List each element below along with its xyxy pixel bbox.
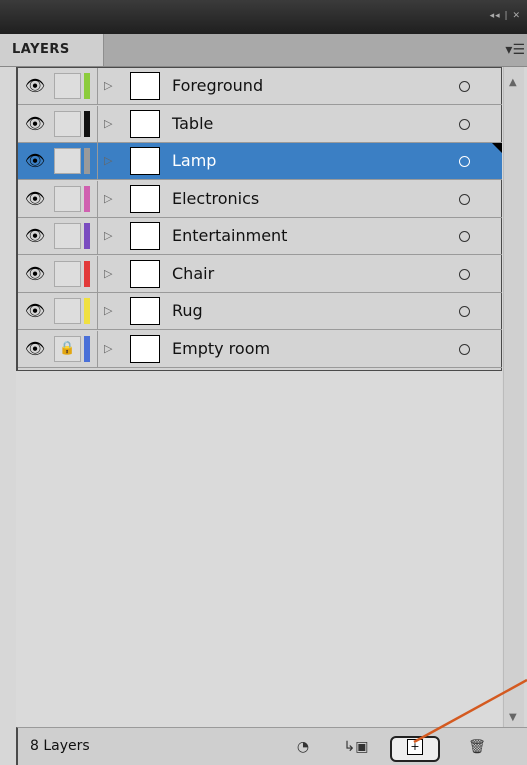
electronics-thumb-icon: [130, 184, 160, 213]
lamp-thumb-icon: [130, 147, 160, 175]
layers-scrollbar[interactable]: ▲ ▼: [503, 67, 524, 727]
visibility-eye-icon[interactable]: 👁: [22, 73, 48, 99]
column-divider: [97, 143, 98, 179]
expand-triangle-icon[interactable]: ▷: [104, 73, 118, 99]
column-divider: [97, 255, 98, 292]
target-circle-icon[interactable]: [459, 306, 470, 317]
layer-color-swatch: [84, 148, 90, 174]
target-circle-icon[interactable]: [459, 81, 470, 92]
layer-row[interactable]: 👁 ▷ Table: [18, 105, 502, 143]
target-circle-icon[interactable]: [459, 156, 470, 167]
target-circle-icon[interactable]: [459, 343, 470, 355]
layers-list: 👁 ▷ Foreground 👁 ▷ Table 👁 ▷ Lamp 👁 ▷ Electronics 👁 ▷…: [16, 67, 502, 371]
layer-name[interactable]: Entertainment: [172, 223, 442, 249]
expand-triangle-icon[interactable]: ▷: [104, 261, 118, 287]
layer-color-swatch: [84, 335, 90, 362]
target-circle-icon[interactable]: [459, 193, 470, 205]
layer-color-swatch: [84, 185, 90, 212]
layer-row[interactable]: 👁 ▷ Foreground: [18, 68, 502, 105]
lock-toggle[interactable]: [54, 260, 81, 287]
layer-row[interactable]: 👁 ▷ Entertainment: [18, 218, 502, 255]
cursor-plus-icon: +: [407, 739, 423, 755]
layer-row[interactable]: 👁 ▷ Rug: [18, 293, 502, 330]
layer-color-swatch: [84, 73, 90, 99]
column-divider: [97, 218, 98, 254]
layer-name[interactable]: Empty room: [172, 336, 442, 362]
expand-triangle-icon[interactable]: ▷: [104, 336, 118, 362]
layer-color-swatch: [84, 223, 90, 249]
panel-window-controls[interactable]: ◂◂ | ✕: [490, 11, 521, 21]
visibility-eye-icon[interactable]: 👁: [22, 148, 48, 174]
selected-art-indicator: [492, 143, 502, 153]
layers-footer: 8 Layers ◔ ↳▣ ▭ 🗑: [16, 727, 527, 765]
layer-row[interactable]: 👁 ▷ Chair: [18, 255, 502, 293]
layer-row[interactable]: 👁 ▷ Lamp: [18, 143, 502, 180]
expand-triangle-icon[interactable]: ▷: [104, 298, 118, 324]
layer-row[interactable]: 👁 ▷ Electronics: [18, 180, 502, 218]
target-circle-icon[interactable]: [459, 268, 470, 280]
layer-color-swatch: [84, 260, 90, 287]
expand-triangle-icon[interactable]: ▷: [104, 111, 118, 137]
visibility-eye-icon[interactable]: 👁: [22, 223, 48, 249]
layer-name[interactable]: Chair: [172, 261, 442, 287]
target-circle-icon[interactable]: [459, 118, 470, 130]
column-divider: [97, 105, 98, 142]
layer-row[interactable]: 👁 🔒 ▷ Empty room: [18, 330, 502, 368]
layer-name[interactable]: Lamp: [172, 148, 442, 174]
scroll-up-icon[interactable]: ▲: [509, 77, 517, 88]
layer-name[interactable]: Electronics: [172, 186, 442, 212]
column-divider: [97, 180, 98, 217]
target-circle-icon[interactable]: [459, 231, 470, 242]
foreground-thumb-icon: [130, 72, 160, 100]
layer-name[interactable]: Foreground: [172, 73, 442, 99]
visibility-eye-icon[interactable]: 👁: [22, 298, 48, 324]
column-divider: [97, 293, 98, 329]
column-divider: [97, 330, 98, 367]
lock-toggle[interactable]: [54, 185, 81, 212]
visibility-eye-icon[interactable]: 👁: [22, 336, 48, 362]
lock-toggle[interactable]: [54, 298, 81, 324]
layer-color-swatch: [84, 298, 90, 324]
panel-title-bar: ◂◂ | ✕: [0, 0, 527, 34]
lock-icon[interactable]: 🔒: [54, 335, 81, 362]
visibility-eye-icon[interactable]: 👁: [22, 261, 48, 287]
expand-triangle-icon[interactable]: ▷: [104, 223, 118, 249]
panel-menu-icon[interactable]: ▾☰: [503, 42, 525, 58]
chair-thumb-icon: [130, 259, 160, 288]
table-thumb-icon: [130, 109, 160, 138]
expand-triangle-icon[interactable]: ▷: [104, 148, 118, 174]
column-divider: [97, 68, 98, 104]
make-clipping-mask-icon[interactable]: ◔: [290, 736, 316, 758]
lock-toggle[interactable]: [54, 110, 81, 137]
delete-layer-icon[interactable]: 🗑: [466, 736, 488, 758]
scroll-down-icon[interactable]: ▼: [509, 712, 517, 723]
empty-room-thumb-icon: [130, 334, 160, 363]
visibility-eye-icon[interactable]: 👁: [22, 111, 48, 137]
layer-name[interactable]: Rug: [172, 298, 442, 324]
visibility-eye-icon[interactable]: 👁: [22, 186, 48, 212]
lock-toggle[interactable]: [54, 223, 81, 249]
tab-bar: LAYERS ▾☰: [0, 34, 527, 67]
expand-triangle-icon[interactable]: ▷: [104, 186, 118, 212]
lock-toggle[interactable]: [54, 148, 81, 174]
lock-toggle[interactable]: [54, 73, 81, 99]
create-sublayer-icon[interactable]: ↳▣: [343, 736, 369, 758]
layer-name[interactable]: Table: [172, 111, 442, 137]
rug-thumb-icon: [130, 297, 160, 325]
tab-layers[interactable]: LAYERS: [0, 34, 104, 66]
layers-empty-area: [16, 371, 502, 727]
entertainment-thumb-icon: [130, 222, 160, 250]
layer-count: 8 Layers: [30, 738, 90, 754]
layer-color-swatch: [84, 110, 90, 137]
